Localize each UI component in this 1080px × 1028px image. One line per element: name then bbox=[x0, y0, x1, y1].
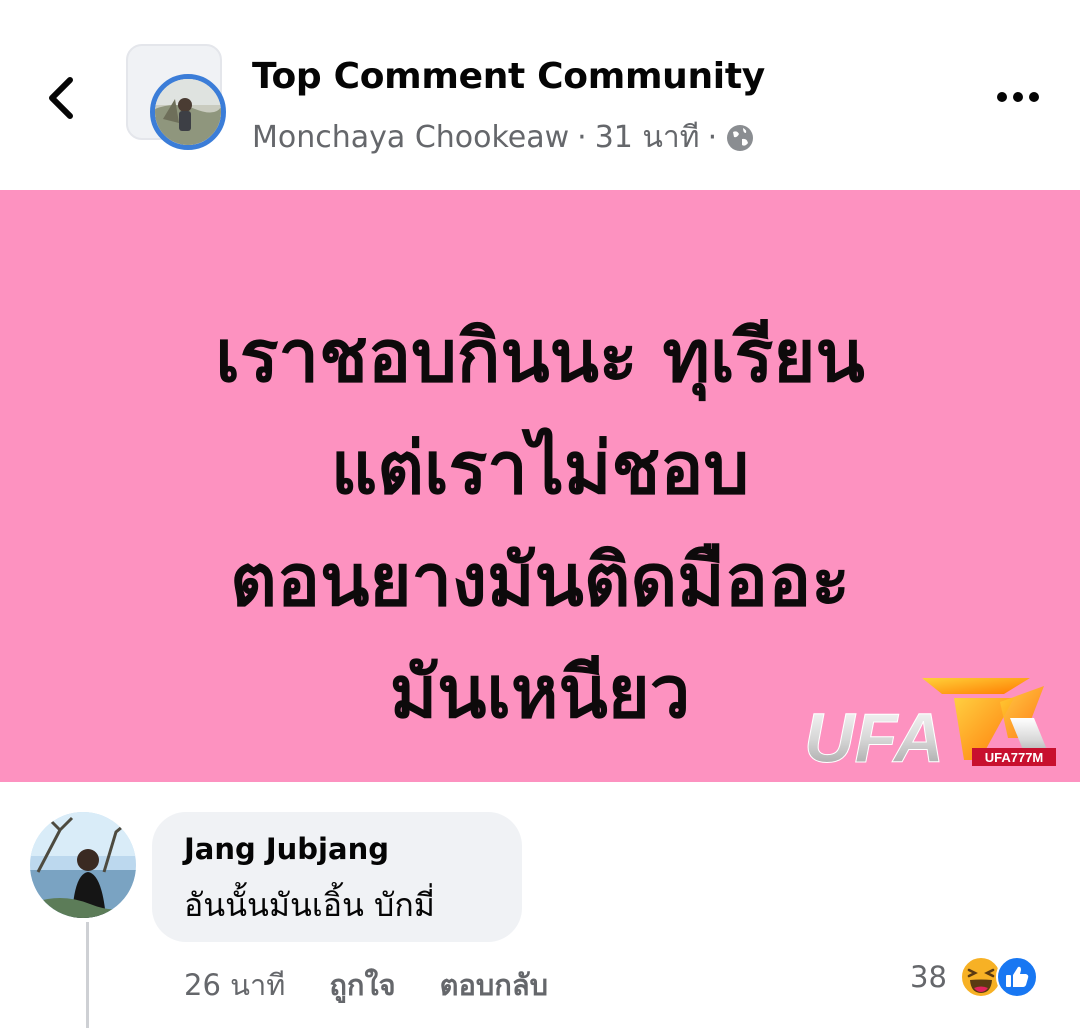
reaction-count: 38 bbox=[910, 960, 947, 994]
thread-line bbox=[86, 922, 89, 1028]
comment-author[interactable]: Jang Jubjang bbox=[184, 832, 389, 866]
comment-actions: 26 นาที ถูกใจ ตอบกลับ bbox=[184, 962, 548, 1008]
more-options-button[interactable] bbox=[990, 82, 1050, 112]
meta-separator-2: · bbox=[707, 120, 718, 155]
author-name[interactable]: Monchaya Chookeaw bbox=[252, 120, 569, 155]
comment-section: Jang Jubjang อันนั้นมันเอิ้น บักมี่ 26 น… bbox=[0, 782, 1080, 1028]
ufa777m-watermark: UFA UFA777M bbox=[804, 678, 1060, 778]
group-name[interactable]: Top Comment Community bbox=[252, 56, 765, 97]
watermark-main: UFA bbox=[804, 699, 944, 774]
post-line: ตอนยางมันติดมืออะ bbox=[230, 538, 850, 622]
post-header: Top Comment Community Monchaya Chookeaw … bbox=[0, 0, 1080, 190]
back-button[interactable] bbox=[40, 70, 88, 126]
post-time[interactable]: 31 นาที bbox=[595, 114, 700, 161]
commenter-avatar[interactable] bbox=[30, 812, 136, 918]
like-comment-button[interactable]: ถูกใจ bbox=[329, 962, 395, 1008]
commenter-photo bbox=[30, 812, 136, 918]
post-line: เราชอบกินนะ ทุเรียน bbox=[215, 314, 865, 398]
comment-time[interactable]: 26 นาที bbox=[184, 962, 285, 1008]
chevron-left-icon bbox=[49, 77, 73, 119]
author-photo bbox=[155, 79, 221, 145]
watermark-tag: UFA777M bbox=[985, 750, 1044, 765]
post-image[interactable]: เราชอบกินนะ ทุเรียน แต่เราไม่ชอบ ตอนยางม… bbox=[0, 190, 1080, 782]
reply-comment-button[interactable]: ตอบกลับ bbox=[440, 962, 548, 1008]
comment-bubble[interactable]: Jang Jubjang อันนั้นมันเอิ้น บักมี่ bbox=[152, 812, 522, 942]
post-line: แต่เราไม่ชอบ bbox=[330, 426, 750, 510]
meta-separator: · bbox=[577, 120, 587, 155]
comment-reactions[interactable]: 38 bbox=[910, 952, 1039, 1002]
author-avatar[interactable] bbox=[150, 74, 226, 150]
group-avatar[interactable] bbox=[126, 44, 238, 156]
more-dots-icon bbox=[997, 92, 1039, 102]
post-meta: Monchaya Chookeaw · 31 นาที · bbox=[252, 114, 755, 161]
comment-text: อันนั้นมันเอิ้น บักมี่ bbox=[184, 886, 435, 924]
like-icon bbox=[995, 956, 1038, 998]
globe-icon bbox=[725, 123, 755, 153]
